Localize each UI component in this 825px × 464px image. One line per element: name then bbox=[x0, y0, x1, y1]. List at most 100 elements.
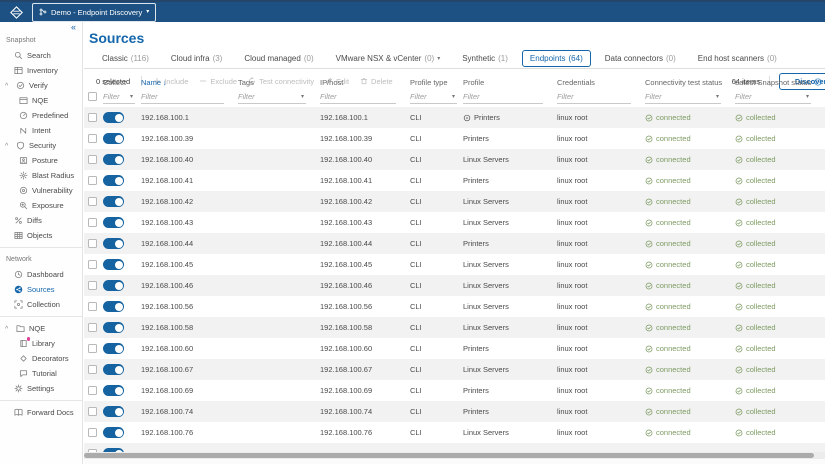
row-checkbox[interactable] bbox=[88, 302, 97, 311]
check-circle-icon bbox=[735, 366, 743, 373]
row-snapshot-status: collected bbox=[735, 218, 825, 227]
collect-toggle[interactable] bbox=[103, 154, 124, 165]
row-checkbox[interactable] bbox=[88, 176, 97, 185]
column-header-profile[interactable]: Profile bbox=[463, 78, 557, 87]
collect-toggle[interactable] bbox=[103, 259, 124, 270]
connectivity-filter[interactable]: Filter ▾ bbox=[645, 90, 721, 104]
sidebar-item-sources[interactable]: Sources bbox=[0, 282, 82, 297]
sidebar-divider bbox=[0, 316, 82, 317]
collect-toggle[interactable] bbox=[103, 427, 124, 438]
row-checkbox[interactable] bbox=[88, 344, 97, 353]
sidebar-item-posture[interactable]: Posture bbox=[0, 153, 82, 168]
row-checkbox[interactable] bbox=[88, 239, 97, 248]
sidebar-item-tutorial[interactable]: Tutorial bbox=[0, 366, 82, 381]
sidebar-item-inventory[interactable]: Inventory bbox=[0, 63, 82, 78]
chevron-down-icon: ▾ bbox=[437, 56, 441, 62]
tab-vmware-nsx-vcenter[interactable]: VMware NSX & vCenter (0) ▾ bbox=[328, 50, 449, 67]
posture-icon bbox=[19, 156, 28, 165]
ip-filter[interactable]: Filter bbox=[320, 90, 396, 104]
tab-cloud-managed[interactable]: Cloud managed (0) bbox=[236, 50, 321, 67]
column-header-profile-type[interactable]: Profile type bbox=[410, 78, 463, 87]
row-ip: 192.168.100.58 bbox=[320, 323, 373, 332]
row-checkbox[interactable] bbox=[88, 386, 97, 395]
sidebar-item-forward-docs[interactable]: Forward Docs bbox=[0, 405, 82, 420]
row-checkbox[interactable] bbox=[88, 134, 97, 143]
sidebar-item-diffs[interactable]: Diffs bbox=[0, 213, 82, 228]
collect-toggle[interactable] bbox=[103, 301, 124, 312]
collect-toggle[interactable] bbox=[103, 364, 124, 375]
row-checkbox[interactable] bbox=[88, 281, 97, 290]
sidebar-item-library[interactable]: Library bbox=[0, 336, 82, 351]
tab-data-connectors[interactable]: Data connectors (0) bbox=[597, 50, 684, 67]
tab-endpoints[interactable]: Endpoints (64) bbox=[521, 50, 591, 67]
collect-toggle[interactable] bbox=[103, 406, 124, 417]
sort-desc-icon: ↓ bbox=[163, 77, 167, 87]
column-header-collect[interactable]: Collect bbox=[103, 78, 141, 87]
collect-toggle[interactable] bbox=[103, 112, 124, 123]
collect-toggle[interactable] bbox=[103, 238, 124, 249]
sidebar-item-intent[interactable]: Intent bbox=[0, 123, 82, 138]
collect-toggle[interactable] bbox=[103, 280, 124, 291]
tags-filter[interactable]: Filter ▾ bbox=[238, 90, 306, 104]
tab-synthetic[interactable]: Synthetic (1) bbox=[454, 50, 516, 67]
chevron-down-icon: ▾ bbox=[451, 93, 455, 100]
collect-toggle[interactable] bbox=[103, 343, 124, 354]
sidebar-item-dashboard[interactable]: Dashboard bbox=[0, 267, 82, 282]
scrollbar-thumb[interactable] bbox=[84, 453, 814, 458]
row-checkbox[interactable] bbox=[88, 113, 97, 122]
sidebar-item-settings[interactable]: Settings bbox=[0, 381, 82, 396]
sidebar-item-predefined[interactable]: Predefined bbox=[0, 108, 82, 123]
network-selector-button[interactable]: Demo - Endpoint Discovery ▾ bbox=[32, 2, 157, 22]
row-checkbox[interactable] bbox=[88, 155, 97, 164]
row-checkbox[interactable] bbox=[88, 323, 97, 332]
collect-toggle[interactable] bbox=[103, 385, 124, 396]
sidebar-item-objects[interactable]: Objects bbox=[0, 228, 82, 243]
column-header-ip[interactable]: IP/host bbox=[320, 78, 410, 87]
sidebar-item-collection[interactable]: Collection bbox=[0, 297, 82, 312]
sidebar-item-blast-radius[interactable]: Blast Radius bbox=[0, 168, 82, 183]
credentials-filter[interactable]: Filter bbox=[557, 90, 631, 104]
check-circle-icon bbox=[645, 408, 653, 415]
help-icon[interactable]: ? bbox=[814, 78, 822, 86]
column-header-credentials[interactable]: Credentials bbox=[557, 78, 645, 87]
row-checkbox[interactable] bbox=[88, 407, 97, 416]
row-checkbox[interactable] bbox=[88, 260, 97, 269]
row-checkbox[interactable] bbox=[88, 428, 97, 437]
tab-end-host-scanners[interactable]: End host scanners (0) bbox=[690, 50, 785, 67]
sidebar-collapse-button[interactable]: « bbox=[0, 22, 82, 33]
sidebar-group-nqe[interactable]: ^ NQE bbox=[0, 321, 82, 336]
tab-cloud-infra[interactable]: Cloud infra (3) bbox=[163, 50, 230, 67]
row-profile: Printers bbox=[463, 344, 489, 353]
tab-classic[interactable]: Classic (116) bbox=[94, 50, 157, 67]
profile-filter[interactable]: Filter bbox=[463, 90, 543, 104]
profile-type-filter[interactable]: Filter ▾ bbox=[410, 90, 457, 104]
sidebar-item-nqe-verify[interactable]: NQE bbox=[0, 93, 82, 108]
sidebar-group-security[interactable]: ^ Security bbox=[0, 138, 82, 153]
collect-toggle[interactable] bbox=[103, 133, 124, 144]
column-header-tags[interactable]: Tags bbox=[238, 78, 320, 87]
collect-filter[interactable]: Filter ▾ bbox=[103, 90, 135, 104]
sidebar-item-vulnerability[interactable]: Vulnerability bbox=[0, 183, 82, 198]
horizontal-scrollbar[interactable] bbox=[84, 452, 825, 459]
column-header-connectivity[interactable]: Connectivity test status bbox=[645, 78, 735, 87]
select-all-checkbox[interactable] bbox=[88, 92, 97, 101]
collect-toggle[interactable] bbox=[103, 175, 124, 186]
sidebar-group-verify[interactable]: ^ Verify bbox=[0, 78, 82, 93]
row-snapshot-status: collected bbox=[735, 197, 825, 206]
collect-toggle[interactable] bbox=[103, 322, 124, 333]
column-header-name[interactable]: Name ↓ bbox=[141, 78, 238, 87]
snapshot-filter[interactable]: Filter ▾ bbox=[735, 90, 811, 104]
sidebar-item-exposure[interactable]: Exposure bbox=[0, 198, 82, 213]
sidebar-item-search[interactable]: Search bbox=[0, 48, 82, 63]
column-header-snapshot[interactable]: Latest Snapshot status ? bbox=[735, 78, 825, 87]
sidebar-item-decorators[interactable]: Decorators bbox=[0, 351, 82, 366]
row-checkbox[interactable] bbox=[88, 197, 97, 206]
collect-toggle[interactable] bbox=[103, 217, 124, 228]
collect-toggle[interactable] bbox=[103, 196, 124, 207]
row-credentials: linux root bbox=[557, 260, 588, 269]
name-filter[interactable]: Filter bbox=[141, 90, 224, 104]
check-circle-icon bbox=[735, 429, 743, 436]
row-checkbox[interactable] bbox=[88, 218, 97, 227]
row-checkbox[interactable] bbox=[88, 365, 97, 374]
toggle-knob bbox=[114, 344, 123, 353]
